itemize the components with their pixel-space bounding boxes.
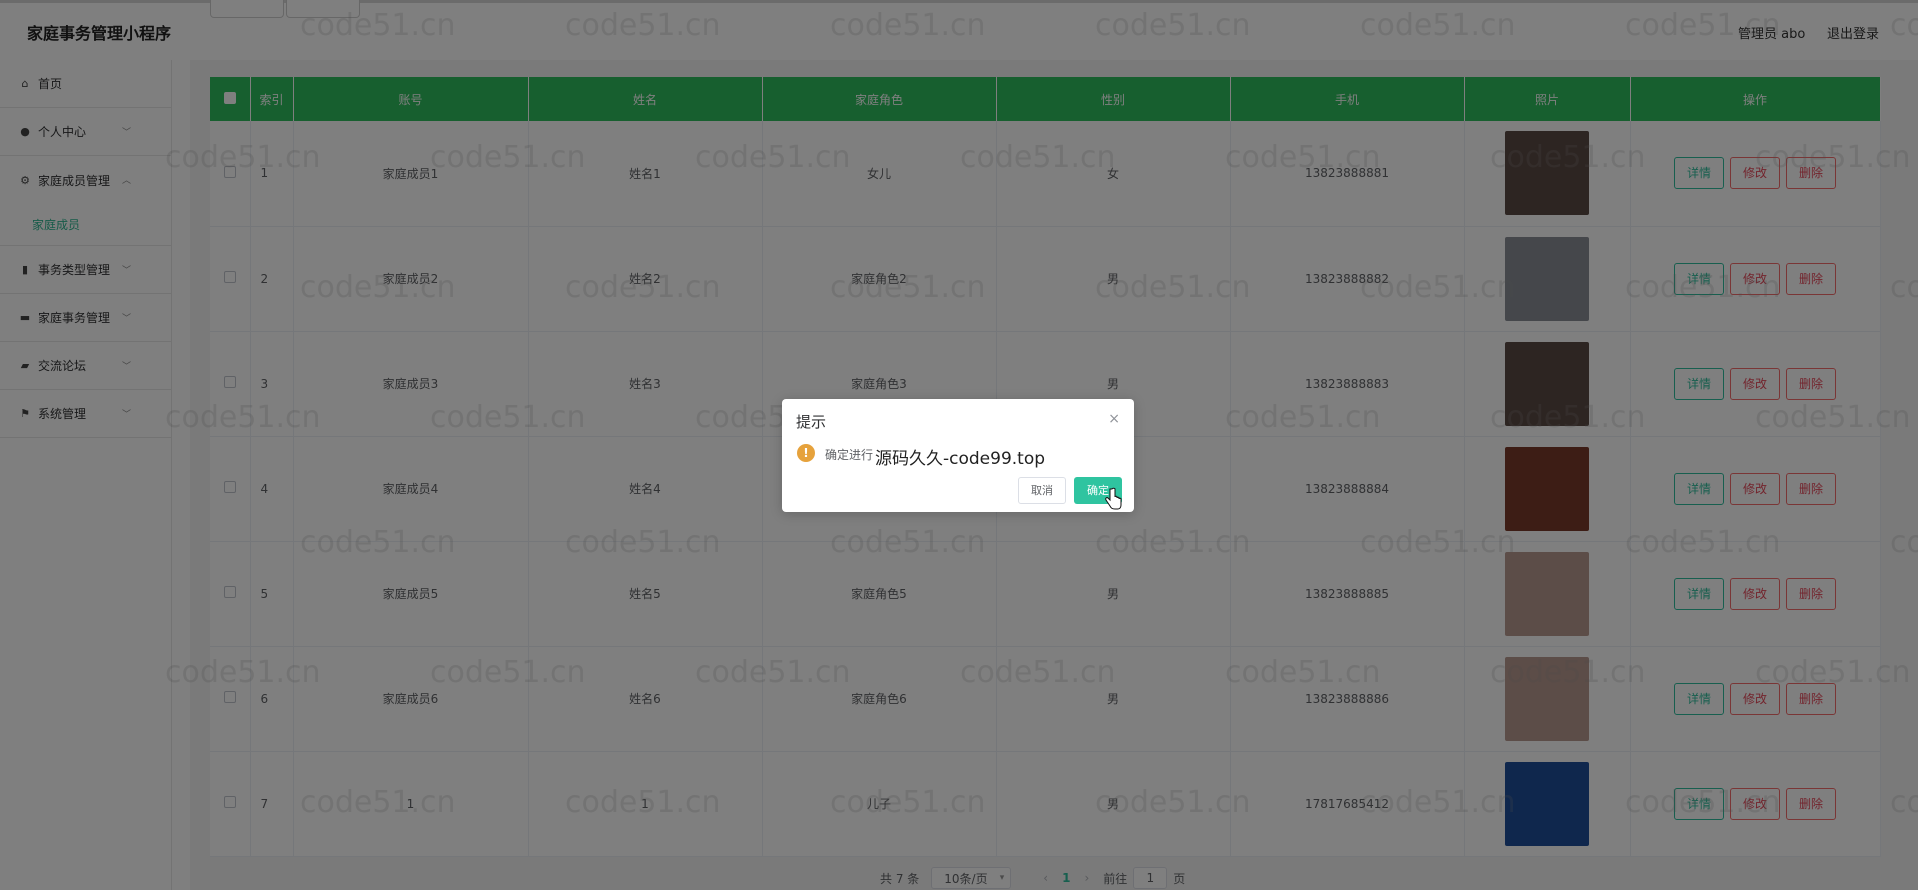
- warning-icon: !: [797, 444, 815, 462]
- dialog-overlay-text: 源码久久-code99.top: [875, 449, 1046, 469]
- confirm-dialog: 提示 × ! 确定进行 源码久久-code99.top 取消 确定: [782, 399, 1134, 512]
- hand-cursor-icon: [1105, 487, 1122, 510]
- dialog-message: 确定进行: [825, 448, 874, 462]
- cancel-button[interactable]: 取消: [1018, 477, 1066, 504]
- close-icon[interactable]: ×: [1108, 411, 1120, 427]
- dialog-title: 提示: [796, 413, 827, 431]
